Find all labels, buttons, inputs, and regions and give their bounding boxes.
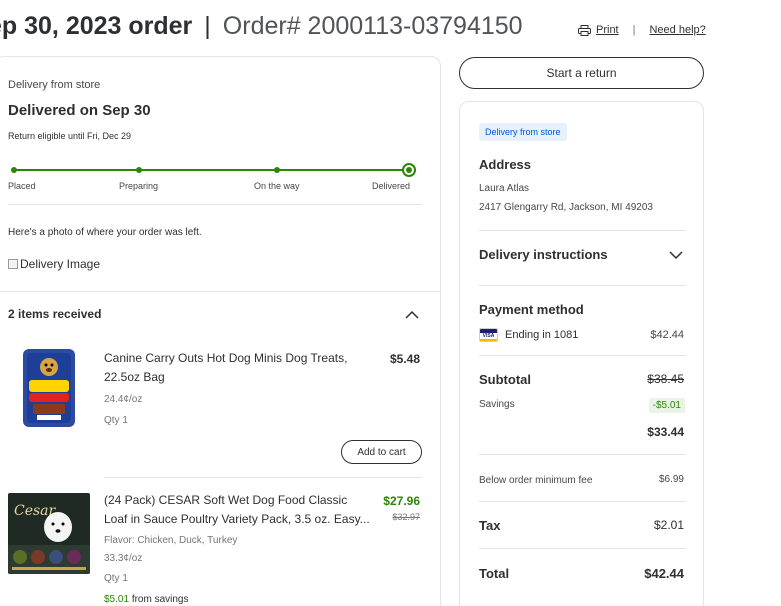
savings-label: Savings — [479, 399, 515, 410]
product-qty: Qty 1 — [104, 415, 128, 426]
card-charge-amount: $42.44 — [650, 329, 684, 341]
product-name-line1[interactable]: (24 Pack) CESAR Soft Wet Dog Food Classi… — [104, 491, 347, 510]
product-name-line2[interactable]: Loaf in Sauce Poultry Variety Pack, 3.5 … — [104, 510, 370, 529]
delivery-status-title: Delivered on Sep 30 — [8, 102, 151, 119]
savings-badge: -$5.01 — [648, 398, 685, 413]
summary-divider — [479, 230, 686, 231]
summary-divider — [479, 548, 686, 549]
delivery-photo-alt: Delivery Image — [20, 257, 101, 271]
add-to-cart-button[interactable]: Add to cart — [341, 440, 422, 464]
visa-card-icon: VISA — [479, 328, 498, 342]
product-price: $5.48 — [389, 352, 420, 366]
tracker-dot-on-the-way — [274, 167, 280, 173]
chevron-down-icon[interactable] — [669, 250, 683, 260]
order-number: Order# 2000113-03794150 — [222, 11, 523, 40]
product-name-line1[interactable]: Canine Carry Outs Hot Dog Minis Dog Trea… — [104, 349, 347, 368]
summary-divider — [479, 355, 686, 356]
product-name-line2[interactable]: 22.5oz Bag — [104, 368, 165, 387]
summary-divider — [479, 501, 686, 502]
tracker-dot-placed — [11, 167, 17, 173]
delivery-from-label: Delivery from store — [8, 79, 101, 91]
need-help-link[interactable]: Need help? — [649, 24, 705, 36]
start-return-button[interactable]: Start a return — [459, 57, 704, 89]
product-was-price: $32.97 — [392, 512, 420, 522]
print-link[interactable]: Print — [596, 24, 619, 36]
subtotal-was: $38.45 — [647, 372, 684, 386]
tracker-dot-preparing — [136, 167, 142, 173]
tracker-label-on-the-way: On the way — [254, 181, 300, 191]
subtotal-value: $33.44 — [647, 425, 684, 439]
items-received-header[interactable]: 2 items received — [8, 307, 101, 321]
delivery-card: Delivery from store Delivered on Sep 30 … — [0, 56, 441, 606]
product-flavor: Flavor: Chicken, Duck, Turkey — [104, 535, 238, 546]
section-divider — [8, 204, 422, 205]
header-links: Print | Need help? — [578, 24, 706, 36]
links-divider: | — [632, 24, 636, 36]
broken-image-icon — [8, 259, 18, 269]
product-unit-price: 33.3¢/oz — [104, 553, 143, 564]
order-header: ep 30, 2023 order | Order# 2000113-03794… — [0, 10, 523, 42]
card-ending-text: Ending in 1081 — [505, 329, 579, 341]
delivery-type-badge: Delivery from store — [479, 123, 567, 141]
tracker-label-preparing: Preparing — [119, 181, 159, 191]
subtotal-label: Subtotal — [479, 372, 531, 387]
product-qty: Qty 1 — [104, 573, 128, 584]
product-savings-amount: $5.01 — [104, 594, 130, 605]
tax-label: Tax — [479, 518, 501, 533]
order-summary-card: Delivery from store Address Laura Atlas … — [459, 101, 704, 606]
fee-label: Below order minimum fee — [479, 475, 593, 486]
address-title: Address — [479, 157, 532, 172]
delivery-instructions-toggle[interactable]: Delivery instructions — [479, 247, 608, 262]
product-price: $27.96 — [383, 494, 420, 508]
delivery-photo-text: Here's a photo of where your order was l… — [8, 227, 202, 238]
payment-method-title: Payment method — [479, 302, 584, 317]
product-savings-text: from savings — [131, 594, 189, 605]
tracker-dot-delivered — [402, 163, 416, 177]
tracker-progress-bar — [12, 169, 416, 171]
delivery-photo: Delivery Image — [8, 257, 100, 271]
total-value: $42.44 — [644, 566, 684, 581]
chevron-up-icon[interactable] — [405, 310, 419, 320]
fee-value: $6.99 — [658, 474, 684, 485]
section-divider — [0, 291, 440, 292]
summary-divider — [479, 285, 686, 286]
tracker-label-placed: Placed — [8, 181, 36, 191]
address-name: Laura Atlas — [479, 183, 530, 194]
order-date-title: ep 30, 2023 order — [0, 11, 193, 40]
print-icon[interactable] — [578, 24, 591, 36]
address-line: 2417 Glengarry Rd, Jackson, MI 49203 — [479, 202, 653, 213]
total-label: Total — [479, 566, 510, 581]
tracker-label-delivered: Delivered — [372, 181, 411, 191]
delivery-tracker: Placed Preparing On the way Delivered — [8, 163, 416, 193]
summary-divider — [479, 454, 686, 455]
product-image-cesar[interactable]: Cesar — [8, 493, 90, 574]
header-separator: | — [204, 11, 211, 40]
tax-value: $2.01 — [653, 518, 684, 532]
product-savings: $5.01 from savings — [104, 594, 189, 605]
product-image-canine-carry-outs[interactable] — [19, 347, 79, 429]
return-eligible-text: Return eligible until Fri, Dec 29 — [8, 131, 132, 141]
item-divider — [104, 477, 422, 478]
product-unit-price: 24.4¢/oz — [104, 394, 143, 405]
